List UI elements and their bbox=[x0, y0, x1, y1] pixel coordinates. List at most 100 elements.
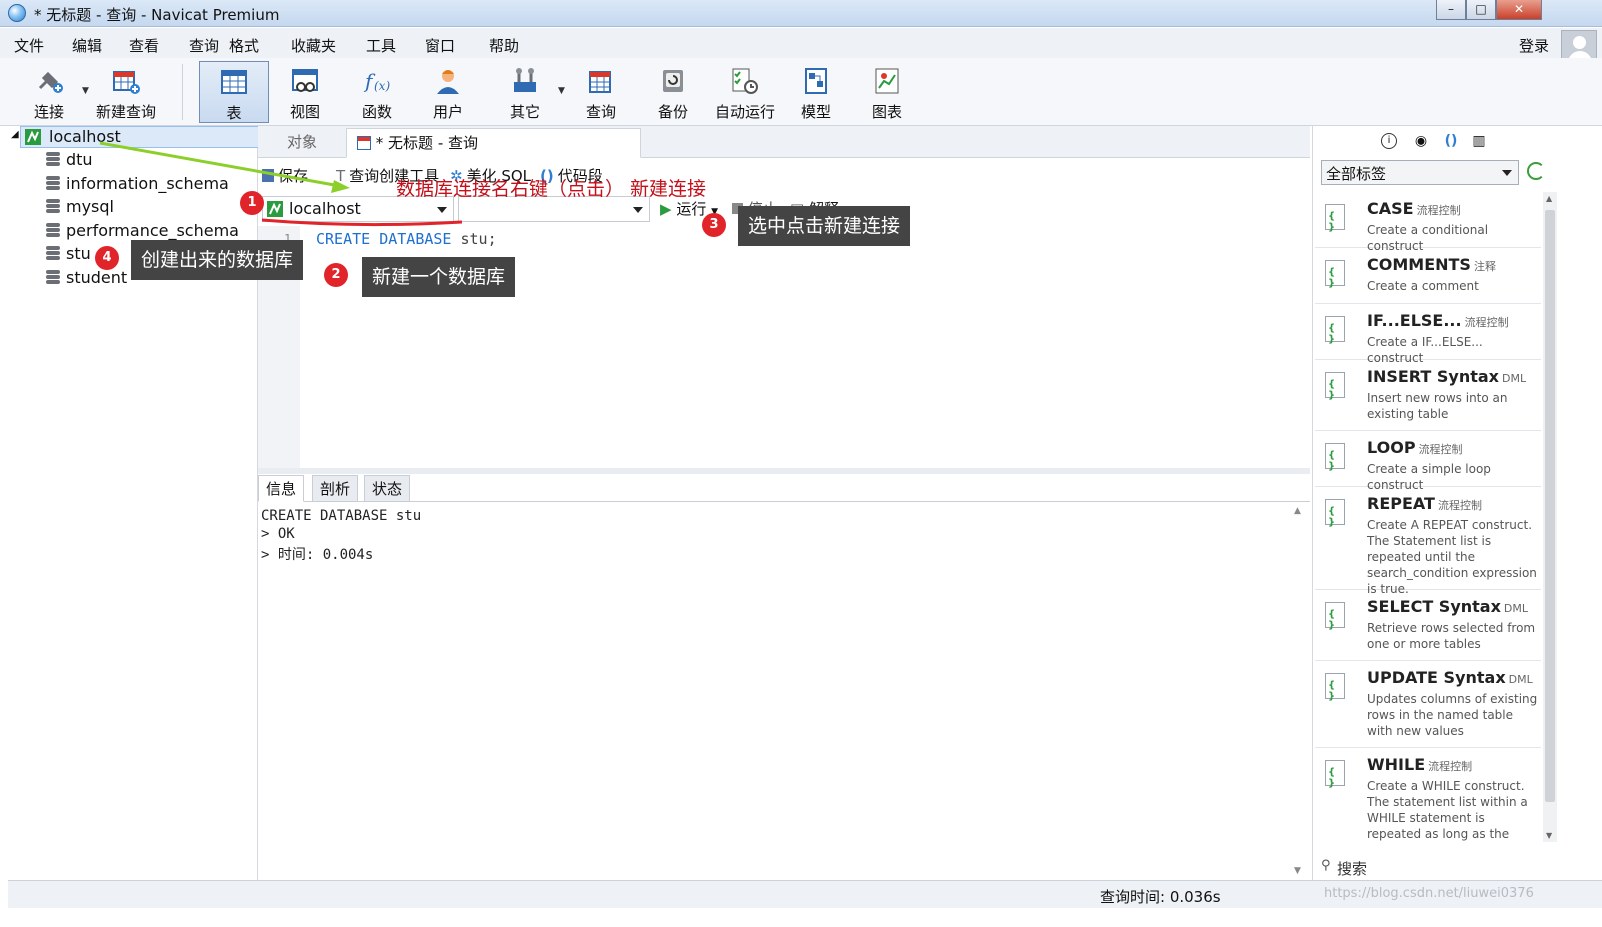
automation-button[interactable]: 自动运行 bbox=[710, 58, 780, 126]
tree-db-student[interactable]: student bbox=[66, 268, 127, 287]
collapse-icon[interactable]: ◢ bbox=[11, 129, 19, 140]
new-query-button[interactable]: 新建查询 bbox=[91, 58, 161, 126]
user-button[interactable]: 用户 bbox=[413, 58, 483, 126]
tab-profile[interactable]: 剖析 bbox=[312, 475, 359, 502]
schedule-icon bbox=[732, 68, 758, 94]
snippet-scrollbar[interactable]: ▲ ▼ bbox=[1543, 192, 1557, 842]
menu-view[interactable]: 查看 bbox=[129, 35, 159, 56]
annotation-number-4: 4 bbox=[95, 246, 119, 270]
database-icon bbox=[46, 223, 60, 239]
object-tab-strip: 对象 * 无标题 - 查询 bbox=[258, 126, 1310, 158]
plug-icon bbox=[38, 71, 63, 93]
code-line[interactable]: CREATE DATABASE stu; bbox=[316, 230, 497, 248]
tree-db-stu[interactable]: stu bbox=[66, 244, 91, 263]
snippet-item[interactable]: SELECT SyntaxDML Retrieve rows selected f… bbox=[1315, 590, 1541, 661]
function-label: 函数 bbox=[361, 103, 392, 121]
tree-db-mysql[interactable]: mysql bbox=[66, 197, 114, 216]
snippet-item[interactable]: INSERT SyntaxDML Insert new rows into an … bbox=[1315, 360, 1541, 431]
result-scrollbar[interactable]: ▲ ▼ bbox=[1292, 506, 1306, 876]
snippet-file-icon bbox=[1325, 602, 1345, 631]
snippet-tag: 流程控制 bbox=[1464, 316, 1509, 329]
code-icon[interactable]: () bbox=[1443, 133, 1459, 149]
tag-filter-select[interactable]: 全部标签 bbox=[1321, 160, 1519, 185]
minimize-button[interactable]: – bbox=[1436, 0, 1466, 20]
chart-button[interactable]: 图表 bbox=[852, 58, 922, 126]
scroll-up-icon[interactable]: ▲ bbox=[1546, 194, 1552, 203]
snippet-tag: 流程控制 bbox=[1428, 760, 1473, 773]
snippet-item[interactable]: UPDATE SyntaxDML Updates columns of exist… bbox=[1315, 661, 1541, 748]
tab-objects[interactable]: 对象 bbox=[260, 128, 344, 158]
connection-button[interactable]: 连接 bbox=[14, 58, 84, 126]
snippet-item[interactable]: CASE流程控制Create a conditional construct bbox=[1315, 192, 1541, 253]
snippet-tag: 流程控制 bbox=[1416, 204, 1461, 217]
database-icon bbox=[46, 246, 60, 262]
save-button[interactable]: 保存 bbox=[262, 165, 308, 186]
query-button[interactable]: 查询 bbox=[566, 58, 636, 126]
snippet-desc: Updates columns of existing rows in the … bbox=[1367, 692, 1538, 738]
snippet-panel: i ◉ () ▥ 全部标签 CASE流程控制Create a condition… bbox=[1312, 126, 1562, 898]
result-tabs: 信息 剖析 状态 bbox=[258, 474, 1310, 502]
chart-icon bbox=[875, 68, 899, 94]
menu-tools[interactable]: 工具 bbox=[366, 35, 396, 56]
connection-label: 连接 bbox=[33, 103, 64, 121]
scroll-up-icon[interactable]: ▲ bbox=[1294, 506, 1301, 516]
eye-icon[interactable]: ◉ bbox=[1413, 133, 1429, 149]
refresh-icon[interactable] bbox=[1527, 162, 1545, 180]
others-label: 其它 bbox=[509, 103, 540, 121]
backup-icon bbox=[663, 70, 683, 92]
scrollbar-thumb[interactable] bbox=[1545, 210, 1555, 802]
view-button[interactable]: 视图 bbox=[270, 58, 340, 126]
others-button[interactable]: 其它 bbox=[490, 58, 560, 126]
connection-dropdown-icon[interactable]: ▼ bbox=[82, 86, 89, 96]
tab-query[interactable]: * 无标题 - 查询 bbox=[346, 128, 641, 158]
tree-db-dtu[interactable]: dtu bbox=[66, 150, 93, 169]
login-link[interactable]: 登录 bbox=[1519, 35, 1549, 56]
menu-format[interactable]: 格式 bbox=[229, 35, 259, 56]
menu-help[interactable]: 帮助 bbox=[489, 35, 519, 56]
scroll-down-icon[interactable]: ▼ bbox=[1546, 831, 1552, 840]
tab-status[interactable]: 状态 bbox=[364, 475, 411, 502]
info-icon[interactable]: i bbox=[1381, 133, 1397, 149]
tree-db-performance-schema[interactable]: performance_schema bbox=[66, 221, 239, 240]
result-line: CREATE DATABASE stu bbox=[261, 508, 422, 524]
snippet-item[interactable]: WHILE流程控制 Create a WHILE construct. The s… bbox=[1315, 748, 1541, 842]
snippet-item[interactable]: LOOP流程控制Create a simple loop construct bbox=[1315, 431, 1541, 492]
menu-favorites[interactable]: 收藏夹 bbox=[291, 35, 336, 56]
svg-text:(x): (x) bbox=[374, 79, 390, 93]
snippet-file-icon bbox=[1325, 204, 1345, 233]
annotation-number-1: 1 bbox=[240, 191, 264, 215]
tab-message[interactable]: 信息 bbox=[258, 475, 305, 502]
menu-query[interactable]: 查询 bbox=[189, 35, 219, 56]
search-placeholder: 搜索 bbox=[1337, 860, 1368, 878]
snippet-item[interactable]: REPEAT流程控制 Create A REPEAT construct. The… bbox=[1315, 487, 1541, 596]
mysql-connection-icon bbox=[25, 129, 41, 145]
others-dropdown-icon[interactable]: ▼ bbox=[558, 86, 565, 96]
save-icon bbox=[262, 169, 274, 182]
tree-root-localhost[interactable]: ◢ localhost bbox=[11, 126, 264, 148]
query-label: 查询 bbox=[585, 103, 616, 121]
menu-window[interactable]: 窗口 bbox=[425, 35, 455, 56]
title-bar: * 无标题 - 查询 - Navicat Premium – □ ✕ bbox=[0, 0, 1602, 27]
backup-button[interactable]: 备份 bbox=[638, 58, 708, 126]
snippet-desc: Create A REPEAT construct. The Statement… bbox=[1367, 518, 1537, 596]
builder-icon: T bbox=[336, 167, 346, 185]
layout-icon[interactable]: ▥ bbox=[1471, 133, 1487, 149]
query-time-status: 查询时间: 0.036s bbox=[1100, 888, 1221, 906]
close-window-button[interactable]: ✕ bbox=[1496, 0, 1542, 20]
snippet-search-input[interactable]: ⚲ 搜索 bbox=[1319, 856, 1557, 880]
new-query-icon bbox=[113, 71, 140, 94]
scroll-down-icon[interactable]: ▼ bbox=[1294, 866, 1301, 876]
table-button[interactable]: 表 bbox=[199, 61, 269, 123]
menu-file[interactable]: 文件 bbox=[14, 35, 44, 56]
maximize-button[interactable]: □ bbox=[1466, 0, 1496, 20]
snippet-file-icon bbox=[1325, 673, 1345, 702]
database-icon bbox=[46, 152, 60, 168]
snippet-item[interactable]: COMMENTS注释 Create a comment bbox=[1315, 248, 1541, 304]
snippet-file-icon bbox=[1325, 760, 1345, 789]
function-button[interactable]: f (x) 函数 bbox=[342, 58, 412, 126]
menu-edit[interactable]: 编辑 bbox=[72, 35, 102, 56]
snippet-file-icon bbox=[1325, 316, 1345, 345]
snippet-item[interactable]: IF...ELSE...流程控制Create a IF...ELSE... co… bbox=[1315, 304, 1541, 365]
tree-db-information-schema[interactable]: information_schema bbox=[66, 174, 229, 193]
model-button[interactable]: 模型 bbox=[781, 58, 851, 126]
